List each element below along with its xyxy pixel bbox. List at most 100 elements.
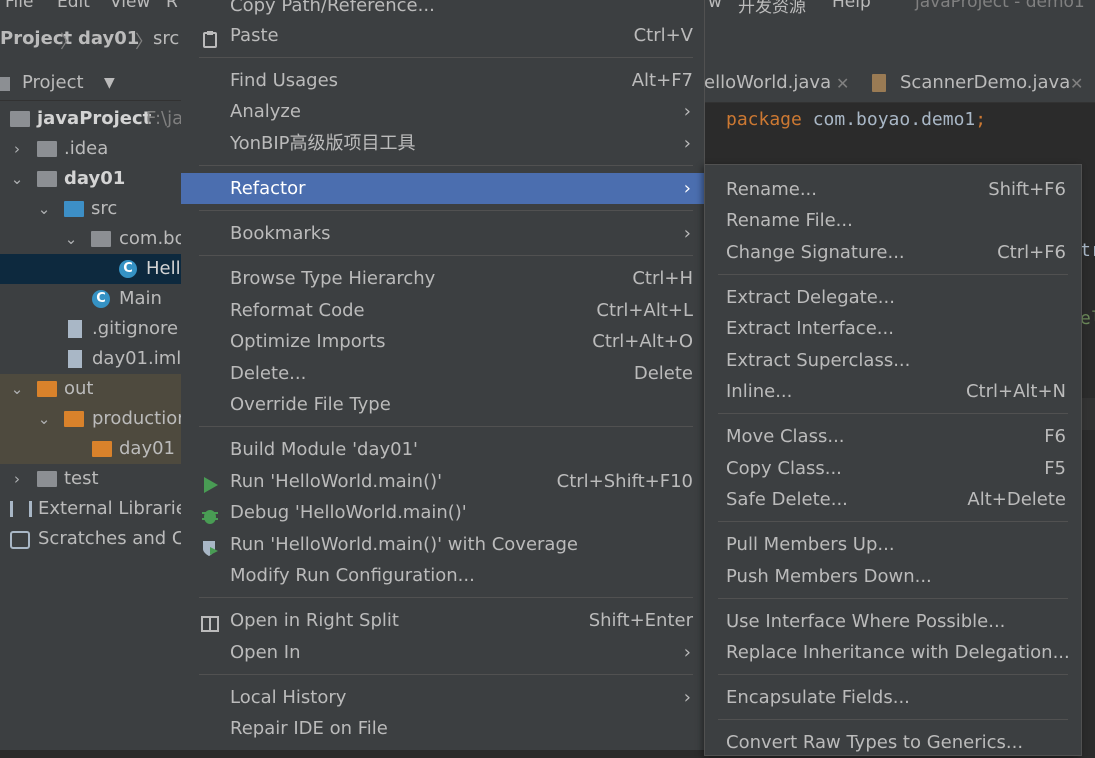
menu-item-debug[interactable]: Debug 'HelloWorld.main()' (181, 497, 704, 528)
menu-item-safe-delete[interactable]: Safe Delete... Alt+Delete (705, 484, 1081, 515)
tab-scannerdemo[interactable]: ScannerDemo.java (900, 72, 1070, 93)
menu-item-inline[interactable]: Inline... Ctrl+Alt+N (705, 376, 1081, 407)
menu-item-analyze[interactable]: Analyze › (181, 96, 704, 127)
menu-item-shortcut: F5 (1044, 458, 1066, 479)
menu-item-repair-ide[interactable]: Repair IDE on File (181, 713, 704, 744)
menu-item-local-history[interactable]: Local History › (181, 682, 704, 713)
menu-edit[interactable]: Edit (57, 0, 90, 12)
menu-item-change-signature[interactable]: Change Signature... Ctrl+F6 (705, 237, 1081, 268)
tree-item-helloworld[interactable]: C Hell (0, 254, 181, 284)
menu-item-move-class[interactable]: Move Class... F6 (705, 421, 1081, 452)
menu-item-shortcut: Ctrl+Alt+L (596, 300, 693, 321)
tree-item-external-libraries[interactable]: External Libraries (0, 494, 181, 524)
clipboard-icon (201, 27, 219, 48)
menu-item-use-interface[interactable]: Use Interface Where Possible... (705, 606, 1081, 637)
tree-label: src (91, 198, 118, 219)
close-icon[interactable]: ✕ (1070, 74, 1083, 93)
chevron-right-icon: › (683, 101, 691, 122)
breadcrumb-day01[interactable]: day01 (78, 28, 139, 49)
chevron-right-icon[interactable]: › (10, 134, 24, 164)
tree-item-production[interactable]: ⌄ production (0, 404, 181, 434)
tree-item-day01[interactable]: ⌄ day01 (0, 164, 181, 194)
menu-item-label: Copy Class... (726, 458, 842, 479)
menu-item-extract-interface[interactable]: Extract Interface... (705, 313, 1081, 344)
menu-item-extract-delegate[interactable]: Extract Delegate... (705, 282, 1081, 313)
menu-item-run[interactable]: Run 'HelloWorld.main()' Ctrl+Shift+F10 (181, 466, 704, 497)
menu-item-build-module[interactable]: Build Module 'day01' (181, 434, 704, 465)
menu-item-copy-path[interactable]: Copy Path/Reference... (181, 0, 704, 21)
menu-item-open-right-split[interactable]: Open in Right Split Shift+Enter (181, 605, 704, 636)
tree-item-src[interactable]: ⌄ src (0, 194, 181, 224)
chevron-down-icon[interactable]: ⌄ (10, 374, 24, 404)
close-icon[interactable]: ✕ (836, 74, 849, 93)
editor-tabs: elloWorld.java ✕ ScannerDemo.java ✕ (704, 68, 1095, 103)
menu-item-shortcut: Alt+Delete (967, 489, 1066, 510)
menu-item-override-file-type[interactable]: Override File Type (181, 389, 704, 420)
window-title: javaProject - demo1 (915, 0, 1085, 12)
tree-item-out[interactable]: ⌄ out (0, 374, 181, 404)
tree-label: production (92, 408, 181, 429)
menu-item-refactor[interactable]: Refactor › (181, 173, 704, 204)
tree-label: .idea (64, 138, 109, 159)
tree-item-javaproject[interactable]: javaProject F:\ja (0, 104, 181, 134)
tree-item-iml[interactable]: day01.iml (0, 344, 181, 374)
project-panel-title[interactable]: Project (22, 68, 84, 98)
menu-item-delete[interactable]: Delete... Delete (181, 358, 704, 389)
menu-refactor[interactable]: R (166, 0, 178, 12)
chevron-down-icon[interactable]: ⌄ (37, 194, 51, 224)
menu-item-label: Replace Inheritance with Delegation... (726, 642, 1070, 663)
menu-item-label: Delete... (230, 363, 307, 384)
menu-item-label: Copy Path/Reference... (230, 0, 435, 16)
tree-item-scratches[interactable]: Scratches and Co (0, 524, 181, 554)
chevron-right-icon: › (683, 178, 691, 199)
menu-help[interactable]: Help (832, 0, 871, 12)
menu-file[interactable]: File (5, 0, 33, 12)
menu-item-pull-members-up[interactable]: Pull Members Up... (705, 529, 1081, 560)
menu-item-run-with-coverage[interactable]: Run 'HelloWorld.main()' with Coverage (181, 529, 704, 560)
module-folder-icon (37, 171, 57, 187)
menu-item-label: Find Usages (230, 70, 339, 91)
dropdown-arrow-icon[interactable]: ▼ (104, 68, 115, 98)
tree-item-idea[interactable]: › .idea (0, 134, 181, 164)
menu-window[interactable]: w (708, 0, 722, 12)
menu-item-reformat-code[interactable]: Reformat Code Ctrl+Alt+L (181, 295, 704, 326)
tree-item-gitignore[interactable]: .gitignore (0, 314, 181, 344)
tree-item-out-day01[interactable]: day01 (0, 434, 181, 464)
menu-item-extract-superclass[interactable]: Extract Superclass... (705, 345, 1081, 376)
menu-item-encapsulate-fields[interactable]: Encapsulate Fields... (705, 682, 1081, 713)
code-line[interactable]: package com.boyao.demo1; (726, 109, 986, 130)
tree-item-package[interactable]: ⌄ com.bo (0, 224, 181, 254)
tree-label: Scratches and Co (38, 528, 181, 549)
menu-item-copy-class[interactable]: Copy Class... F5 (705, 453, 1081, 484)
project-panel-header: Project ▼ (0, 68, 181, 101)
menu-dev-resources[interactable]: 开发资源 (738, 0, 806, 14)
menu-item-rename-file[interactable]: Rename File... (705, 205, 1081, 236)
menu-item-shortcut: Ctrl+Alt+N (965, 381, 1066, 402)
menu-item-bookmarks[interactable]: Bookmarks › (181, 218, 704, 249)
menu-item-convert-raw-types[interactable]: Convert Raw Types to Generics... (705, 727, 1081, 758)
menu-item-label: Reformat Code (230, 300, 365, 321)
menu-item-modify-run-config[interactable]: Modify Run Configuration... (181, 560, 704, 591)
menu-item-open-in[interactable]: Open In › (181, 637, 704, 668)
chevron-down-icon[interactable]: ⌄ (37, 404, 51, 434)
tree-item-main[interactable]: C Main (0, 284, 181, 314)
chevron-down-icon[interactable]: ⌄ (64, 224, 78, 254)
menu-item-label: Open In (230, 642, 301, 663)
chevron-down-icon[interactable]: ⌄ (10, 164, 24, 194)
menu-item-optimize-imports[interactable]: Optimize Imports Ctrl+Alt+O (181, 326, 704, 357)
menu-item-paste[interactable]: Paste Ctrl+V (181, 20, 704, 51)
tree-item-test[interactable]: › test (0, 464, 181, 494)
breadcrumb-src[interactable]: src (153, 28, 179, 49)
menu-item-browse-type-hierarchy[interactable]: Browse Type Hierarchy Ctrl+H (181, 263, 704, 294)
menu-view[interactable]: View (110, 0, 150, 12)
menu-item-label: Local History (230, 687, 347, 708)
menu-item-rename[interactable]: Rename... Shift+F6 (705, 174, 1081, 205)
menu-item-yonbip-tools[interactable]: YonBIP高级版项目工具 › (181, 128, 704, 159)
tree-label: out (64, 378, 94, 399)
menu-item-find-usages[interactable]: Find Usages Alt+F7 (181, 65, 704, 96)
menu-item-push-members-down[interactable]: Push Members Down... (705, 561, 1081, 592)
menu-item-shortcut: Shift+F6 (988, 179, 1066, 200)
chevron-right-icon[interactable]: › (10, 464, 24, 494)
tab-helloworld[interactable]: elloWorld.java (704, 72, 831, 93)
menu-item-replace-inheritance[interactable]: Replace Inheritance with Delegation... (705, 637, 1081, 668)
